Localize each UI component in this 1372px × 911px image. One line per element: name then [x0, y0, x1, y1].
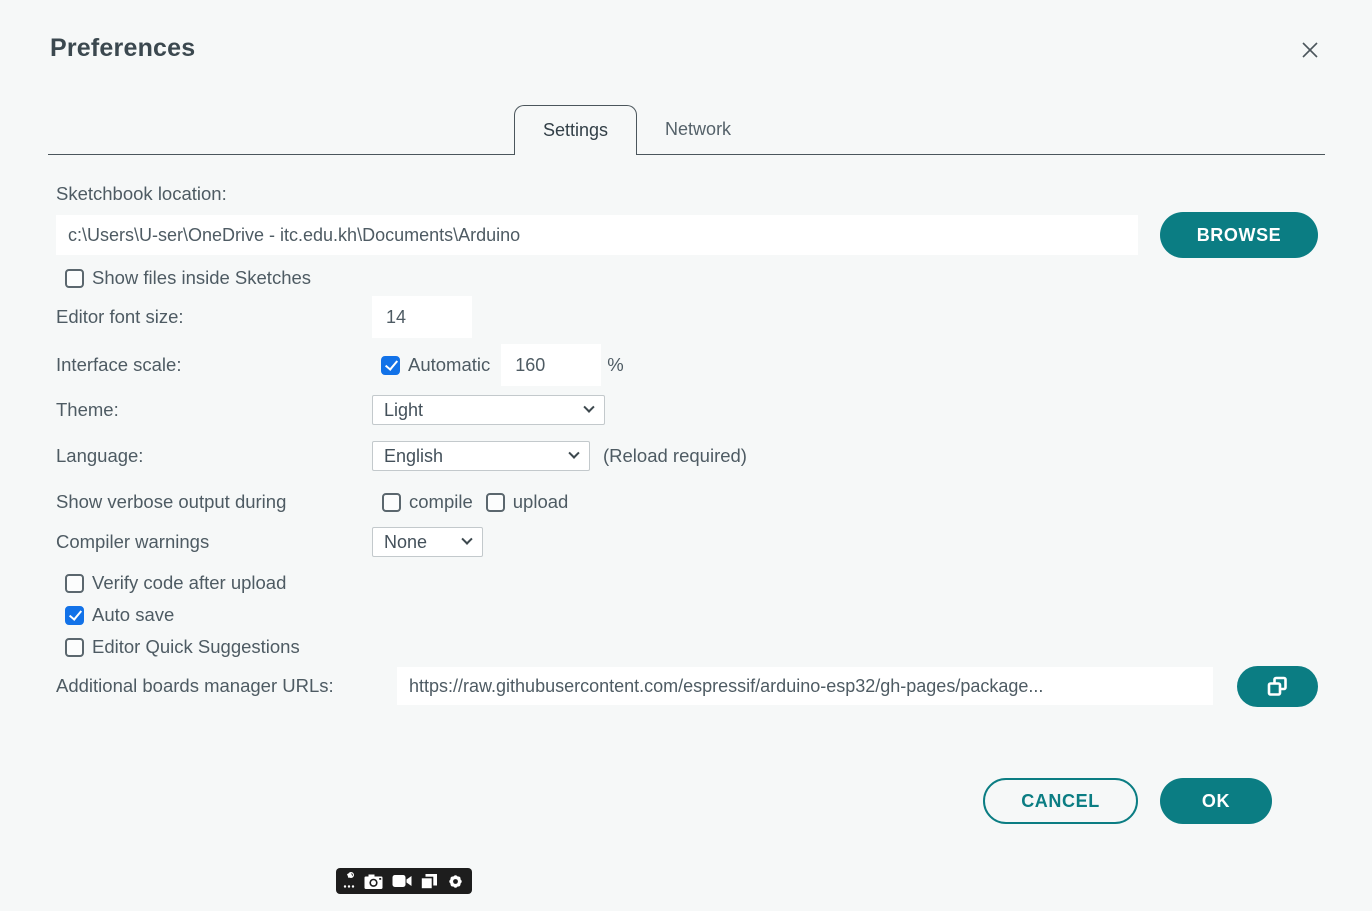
- quick-suggestions-label: Editor Quick Suggestions: [92, 636, 300, 658]
- auto-save-checkbox[interactable]: [65, 606, 84, 625]
- language-reload-note: (Reload required): [603, 445, 747, 467]
- theme-label: Theme:: [56, 399, 372, 421]
- preferences-dialog: { "dialog": { "title": "Preferences" }, …: [0, 0, 1372, 911]
- tab-network[interactable]: Network: [637, 105, 759, 154]
- editor-font-size-input[interactable]: [372, 296, 472, 338]
- editor-font-size-label: Editor font size:: [56, 306, 372, 328]
- gear-icon[interactable]: [446, 872, 465, 891]
- verify-code-checkbox[interactable]: [65, 574, 84, 593]
- chevron-down-icon: [568, 448, 579, 459]
- interface-scale-auto-label: Automatic: [408, 354, 490, 376]
- quick-suggestions-checkbox[interactable]: [65, 638, 84, 657]
- page-title: Preferences: [50, 34, 195, 63]
- browse-button[interactable]: BROWSE: [1160, 212, 1318, 258]
- dialog-header: Preferences: [0, 0, 1372, 67]
- boards-urls-label: Additional boards manager URLs:: [56, 675, 397, 697]
- verbose-upload-label: upload: [513, 491, 569, 513]
- ok-button[interactable]: OK: [1160, 778, 1272, 824]
- tab-bar: Settings Network: [48, 105, 1325, 155]
- chevron-down-icon: [583, 402, 594, 413]
- tab-settings-label: Settings: [543, 120, 608, 141]
- tab-network-label: Network: [665, 119, 731, 140]
- verbose-output-label: Show verbose output during: [56, 491, 372, 513]
- chevron-down-icon: [461, 534, 472, 545]
- cancel-button[interactable]: CANCEL: [983, 778, 1138, 824]
- show-files-checkbox[interactable]: [65, 269, 84, 288]
- boards-urls-list-button[interactable]: [1237, 666, 1318, 707]
- screenshot-overlay-toolbar: [336, 868, 472, 894]
- verbose-upload-checkbox[interactable]: [486, 493, 505, 512]
- interface-scale-unit: %: [607, 354, 623, 376]
- show-files-label: Show files inside Sketches: [92, 267, 311, 289]
- sketchbook-location-label: Sketchbook location:: [56, 183, 1318, 205]
- pen-ellipsis-icon[interactable]: [343, 872, 356, 890]
- theme-select-value: Light: [384, 400, 423, 421]
- video-camera-icon[interactable]: [392, 874, 412, 888]
- boards-urls-input[interactable]: [397, 667, 1213, 705]
- interface-scale-auto-checkbox[interactable]: [381, 356, 400, 375]
- window-restore-icon: [1266, 675, 1289, 698]
- camera-icon[interactable]: [364, 873, 384, 890]
- theme-select[interactable]: Light: [372, 395, 605, 425]
- auto-save-label: Auto save: [92, 604, 174, 626]
- compiler-warnings-value: None: [384, 532, 427, 553]
- language-label: Language:: [56, 445, 372, 467]
- settings-panel: Sketchbook location: BROWSE Show files i…: [0, 155, 1372, 824]
- compiler-warnings-select[interactable]: None: [372, 527, 483, 557]
- close-icon: [1298, 38, 1322, 62]
- close-button[interactable]: [1296, 36, 1324, 67]
- language-select-value: English: [384, 446, 443, 467]
- tab-settings[interactable]: Settings: [514, 105, 637, 155]
- verify-code-label: Verify code after upload: [92, 572, 286, 594]
- sketchbook-location-input[interactable]: [56, 215, 1138, 255]
- interface-scale-input[interactable]: [501, 344, 601, 386]
- windows-icon[interactable]: [420, 873, 438, 890]
- language-select[interactable]: English: [372, 441, 590, 471]
- verbose-compile-label: compile: [409, 491, 473, 513]
- compiler-warnings-label: Compiler warnings: [56, 531, 372, 553]
- verbose-compile-checkbox[interactable]: [382, 493, 401, 512]
- interface-scale-label: Interface scale:: [56, 354, 372, 376]
